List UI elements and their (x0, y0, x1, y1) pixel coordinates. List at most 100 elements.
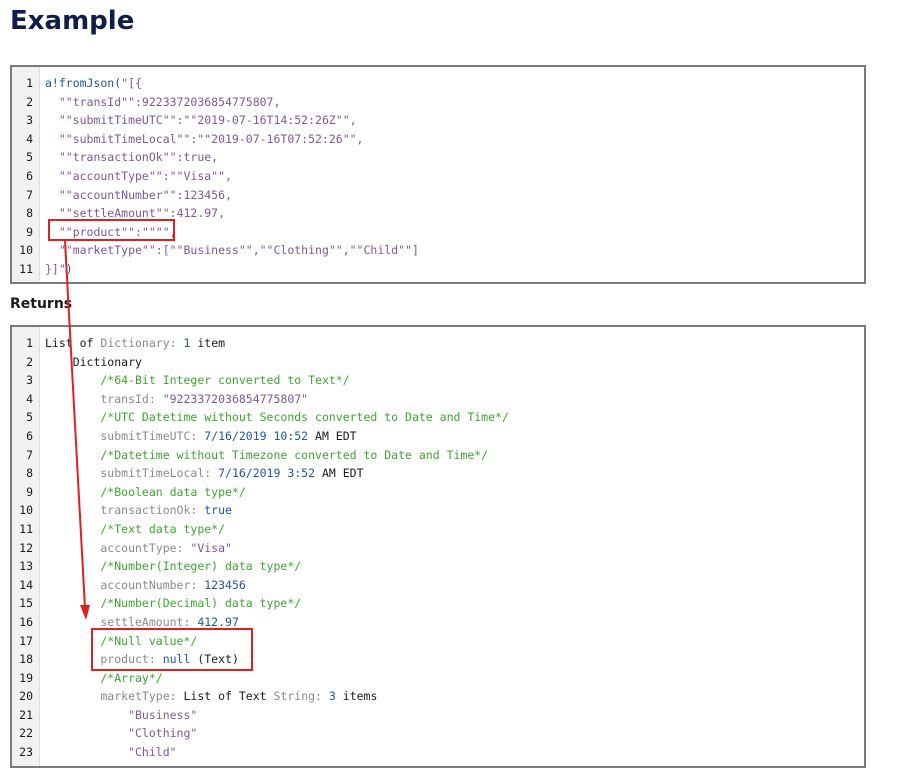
code-token: accountType: (45, 540, 191, 555)
line-number: 12 (19, 540, 33, 555)
code-text: /*Datetime without Timezone converted to… (45, 446, 488, 465)
code-token: List of (45, 336, 101, 350)
code-token: ""accountNumber"":123456, (45, 187, 232, 202)
input-line: 1 a!fromJson("[{ (12, 74, 864, 93)
input-line: 10 ""marketType"":[""Business"",""Clothi… (12, 241, 864, 260)
code-token: : (169, 336, 184, 350)
code-token: ""accountType"":""Visa"", (45, 168, 232, 183)
code-token: : (315, 689, 329, 704)
line-number: 19 (19, 670, 33, 685)
code-token: "Visa" (190, 540, 232, 555)
output-line: 13 /*Number(Integer) data type*/ (12, 557, 864, 576)
input-line: 6 ""accountType"":""Visa"", (12, 167, 864, 186)
code-token: 3 (328, 689, 336, 704)
code-token: marketType: (45, 689, 184, 704)
line-number: 8 (26, 466, 33, 481)
code-token: accountNumber: (45, 577, 205, 592)
input-line: 11}]") (12, 260, 864, 279)
code-token: Dictionary (100, 336, 170, 350)
line-number: 10 (19, 243, 33, 258)
code-token: String (273, 689, 316, 704)
line-number: 9 (26, 224, 33, 239)
code-token: transactionOk: (45, 503, 205, 518)
code-token: ""product"":"""", (45, 224, 177, 239)
output-line: 22 "Clothing" (12, 724, 864, 743)
output-line: 9 /*Boolean data type*/ (12, 483, 864, 502)
input-line: 5 ""transactionOk"":true, (12, 148, 864, 167)
input-line: 4 ""submitTimeLocal"":""2019-07-16T07:52… (12, 130, 864, 149)
code-token: 7/16/2019 3:52 (218, 466, 316, 481)
code-text: /*Boolean data type*/ (45, 483, 246, 502)
line-number: 13 (19, 559, 33, 574)
line-number: 7 (26, 447, 33, 462)
code-text: "Business" (45, 706, 197, 725)
page-title: Example (10, 6, 135, 36)
code-token: "Business" (45, 707, 198, 722)
code-text: /*Text data type*/ (45, 520, 225, 539)
output-line: 23 "Child" (12, 743, 864, 762)
line-number: 11 (19, 261, 33, 276)
code-text: "Clothing" (45, 724, 197, 743)
line-number: 2 (26, 354, 33, 369)
returns-heading: Returns (10, 296, 73, 312)
input-code-block: 1 a!fromJson("[{2 ""transId"":92233720368… (10, 65, 866, 284)
code-text: ""marketType"":[""Business"",""Clothing"… (45, 241, 419, 260)
output-line: 18 product: null (Text) (12, 650, 864, 669)
input-code-lines: 1 a!fromJson("[{2 ""transId"":92233720368… (12, 74, 864, 279)
line-number: 10 (19, 503, 33, 518)
line-number: 16 (19, 614, 33, 629)
code-text: /*Null value*/ (45, 632, 197, 651)
line-number: 8 (26, 206, 33, 221)
line-number: 3 (26, 113, 33, 128)
code-token: "Clothing" (45, 726, 198, 741)
code-text: accountType: "Visa" (45, 539, 232, 558)
code-token: ) (65, 261, 73, 276)
output-line: 3 /*64-Bit Integer converted to Text*/ (12, 371, 864, 390)
output-line: 21 "Business" (12, 706, 864, 725)
code-text: ""transactionOk"":true, (45, 148, 218, 167)
code-text: /*Number(Integer) data type*/ (45, 557, 301, 576)
input-line: 3 ""submitTimeUTC"":""2019-07-16T14:52:2… (12, 111, 864, 130)
code-text: submitTimeUTC: 7/16/2019 10:52 AM EDT (45, 427, 356, 446)
code-token: 123456 (204, 577, 246, 592)
code-text: ""accountNumber"":123456, (45, 186, 232, 205)
line-number: 14 (19, 577, 33, 592)
code-token: true (204, 503, 232, 518)
code-token: AM EDT (315, 466, 364, 481)
code-token: product: (45, 652, 163, 667)
line-number: 6 (26, 428, 33, 443)
code-text: ""transId"":9223372036854775807, (45, 93, 281, 112)
output-line: 15 /*Number(Decimal) data type*/ (12, 594, 864, 613)
code-token: List of Text (183, 689, 274, 704)
code-token: ""submitTimeLocal"":""2019-07-16T07:52:2… (45, 131, 364, 146)
input-line: 9 ""product"":"""", (12, 223, 864, 242)
output-line: 4 transId: "9223372036854775807" (12, 390, 864, 409)
output-line: 11 /*Text data type*/ (12, 520, 864, 539)
line-number: 7 (26, 187, 33, 202)
code-token: ""transactionOk"":true, (45, 150, 219, 165)
code-token: (Text) (190, 652, 239, 667)
code-token: settleAmount: (45, 614, 198, 629)
code-token: submitTimeUTC: (45, 428, 205, 443)
line-number: 5 (26, 150, 33, 165)
code-token: Dictionary (45, 354, 142, 369)
output-code-block: 1 List of Dictionary: 1 item 2 Dictionary 3… (10, 325, 866, 768)
code-text: /*UTC Datetime without Seconds converted… (45, 408, 509, 427)
code-token: items (335, 689, 378, 704)
line-number: 23 (19, 745, 33, 760)
code-token: null (162, 652, 191, 667)
code-token: "9223372036854775807" (162, 391, 309, 406)
output-line: 1 List of Dictionary: 1 item (12, 334, 864, 353)
code-token: transId: (45, 391, 163, 406)
code-text: ""submitTimeUTC"":""2019-07-16T14:52:26Z… (45, 111, 357, 130)
code-token: ""settleAmount"":412.97, (45, 206, 226, 221)
line-number: 2 (26, 94, 33, 109)
code-token: /*Null value*/ (45, 633, 198, 648)
code-text: "Child" (45, 743, 176, 762)
output-line: 19 /*Array*/ (12, 669, 864, 688)
code-text: List of Dictionary: 1 item (45, 334, 225, 353)
code-token: /*Boolean data type*/ (45, 484, 246, 499)
code-text: ""product"":"""", (45, 223, 177, 242)
code-text: transId: "9223372036854775807" (45, 390, 308, 409)
code-text: accountNumber: 123456 (45, 576, 246, 595)
